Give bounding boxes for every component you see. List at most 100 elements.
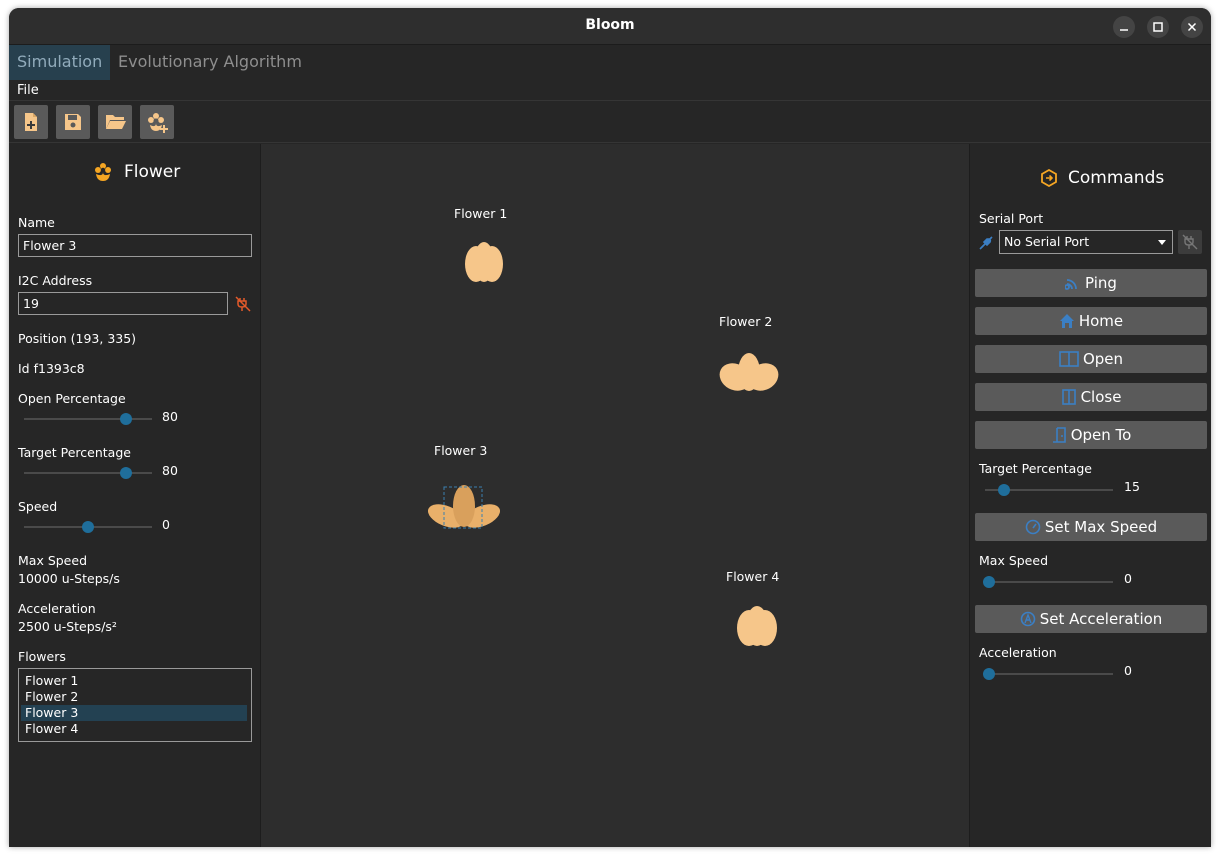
acceleration-icon <box>1020 611 1035 627</box>
cmd-max-speed-value: 0 <box>1124 571 1132 586</box>
cmd-acceleration-value: 0 <box>1124 663 1132 678</box>
flower-4-label: Flower 4 <box>726 569 780 584</box>
cmd-target-percentage-knob[interactable] <box>998 484 1011 496</box>
tab-bar: Simulation Evolutionary Algorithm <box>9 45 1211 80</box>
close-label: Close <box>1080 388 1122 406</box>
app-window: Bloom Simulation Evolutionary Algorithm … <box>9 8 1211 847</box>
flower-panel-title: Flower <box>124 162 181 182</box>
set-acceleration-label: Set Acceleration <box>1039 610 1163 628</box>
closed-door-icon <box>1061 389 1076 405</box>
acceleration-label: Acceleration <box>18 601 96 616</box>
flower-4-graphic[interactable] <box>732 602 782 648</box>
set-max-speed-button[interactable]: Set Max Speed <box>975 513 1207 541</box>
speed-label: Speed <box>18 499 58 514</box>
connect-plug-icon[interactable] <box>979 234 995 250</box>
name-label: Name <box>18 215 55 230</box>
open-percentage-label: Open Percentage <box>18 391 126 406</box>
cmd-acceleration-label: Acceleration <box>979 645 1057 660</box>
home-label: Home <box>1078 312 1124 330</box>
add-flower-button[interactable] <box>140 105 174 139</box>
flower-2-graphic[interactable] <box>717 348 781 394</box>
chevron-down-icon <box>1158 240 1166 245</box>
new-file-button[interactable] <box>14 105 48 139</box>
name-field[interactable]: Flower 3 <box>18 234 252 257</box>
max-speed-label: Max Speed <box>18 553 88 568</box>
menu-file[interactable]: File <box>17 83 39 98</box>
minimize-button[interactable] <box>1113 16 1135 38</box>
ping-button[interactable]: Ping <box>975 269 1207 297</box>
list-item-flower-3[interactable]: Flower 3 <box>21 705 247 721</box>
menu-bar: File <box>9 80 1211 101</box>
simulation-canvas[interactable]: Flower 1 Flower 2 Flower 3 Flower 4 <box>261 144 969 847</box>
open-to-button[interactable]: Open To <box>975 421 1207 449</box>
target-percentage-knob[interactable] <box>120 467 133 479</box>
flower-1-graphic[interactable] <box>460 240 508 284</box>
serial-port-label: Serial Port <box>979 211 1044 226</box>
flower-3-label: Flower 3 <box>434 443 488 458</box>
max-speed-value: 10000 u-Steps/s <box>18 571 120 586</box>
i2c-address-field[interactable]: 19 <box>18 292 228 315</box>
list-item-flower-2[interactable]: Flower 2 <box>21 689 247 705</box>
tab-evolutionary-algorithm[interactable]: Evolutionary Algorithm <box>110 45 310 80</box>
flowers-label: Flowers <box>18 649 66 664</box>
close-icon <box>1187 22 1197 32</box>
ping-icon <box>1064 279 1077 290</box>
save-button[interactable] <box>56 105 90 139</box>
cmd-acceleration-knob[interactable] <box>983 668 995 680</box>
flower-panel: Flower Name Flower 3 I2C Address 19 Posi… <box>9 144 261 847</box>
speed-knob[interactable] <box>82 521 94 533</box>
serial-port-select[interactable]: No Serial Port <box>999 230 1173 254</box>
commands-icon <box>1041 169 1057 187</box>
acceleration-value: 2500 u-Steps/s² <box>18 619 117 634</box>
flower-1-label: Flower 1 <box>454 206 508 221</box>
commands-title: Commands <box>1068 168 1165 188</box>
disconnected-plug-icon[interactable] <box>235 296 251 312</box>
serial-port-value: No Serial Port <box>1004 234 1090 249</box>
open-label: Open <box>1082 350 1124 368</box>
home-icon <box>1059 314 1074 328</box>
cmd-target-percentage-label: Target Percentage <box>979 461 1092 476</box>
open-folder-icon <box>106 115 126 129</box>
ping-label: Ping <box>1085 274 1117 292</box>
maximize-icon <box>1153 22 1163 32</box>
open-button[interactable]: Open <box>975 345 1207 373</box>
add-flower-icon <box>148 113 168 133</box>
open-folder-button[interactable] <box>98 105 132 139</box>
target-percentage-label: Target Percentage <box>18 445 131 460</box>
door-ajar-icon <box>1052 427 1066 443</box>
toolbar <box>9 101 1211 143</box>
title-bar: Bloom <box>9 8 1211 45</box>
close-window-button[interactable] <box>1181 16 1203 38</box>
cmd-max-speed-label: Max Speed <box>979 553 1049 568</box>
minimize-icon <box>1120 29 1128 31</box>
open-percentage-knob[interactable] <box>120 413 133 425</box>
home-button[interactable]: Home <box>975 307 1207 335</box>
new-file-icon <box>25 113 37 131</box>
refresh-serial-button[interactable] <box>1178 230 1202 254</box>
cmd-target-percentage-value: 15 <box>1124 479 1140 494</box>
window-title: Bloom <box>585 17 635 33</box>
maximize-button[interactable] <box>1147 16 1169 38</box>
close-button[interactable]: Close <box>975 383 1207 411</box>
target-percentage-value: 80 <box>162 463 178 478</box>
open-percentage-value: 80 <box>162 409 178 424</box>
speed-value: 0 <box>162 517 170 532</box>
cmd-max-speed-knob[interactable] <box>983 576 995 588</box>
disconnect-plug-icon <box>1182 234 1198 250</box>
open-to-label: Open To <box>1070 426 1132 444</box>
list-item-flower-4[interactable]: Flower 4 <box>21 721 247 737</box>
list-item-flower-1[interactable]: Flower 1 <box>21 673 247 689</box>
flower-3-graphic[interactable] <box>427 478 501 530</box>
flowers-list[interactable]: Flower 1 Flower 2 Flower 3 Flower 4 <box>18 668 252 742</box>
set-acceleration-button[interactable]: Set Acceleration <box>975 605 1207 633</box>
open-door-icon <box>1059 351 1079 367</box>
speedometer-icon <box>1025 519 1041 535</box>
flower-icon <box>95 163 111 181</box>
set-max-speed-label: Set Max Speed <box>1044 518 1158 536</box>
save-icon <box>65 114 81 130</box>
commands-panel: Commands Serial Port No Serial Port Ping… <box>969 144 1211 847</box>
position-text: Position (193, 335) <box>18 331 137 346</box>
flower-2-label: Flower 2 <box>719 314 773 329</box>
id-text: Id f1393c8 <box>18 361 85 376</box>
tab-simulation[interactable]: Simulation <box>9 45 110 80</box>
